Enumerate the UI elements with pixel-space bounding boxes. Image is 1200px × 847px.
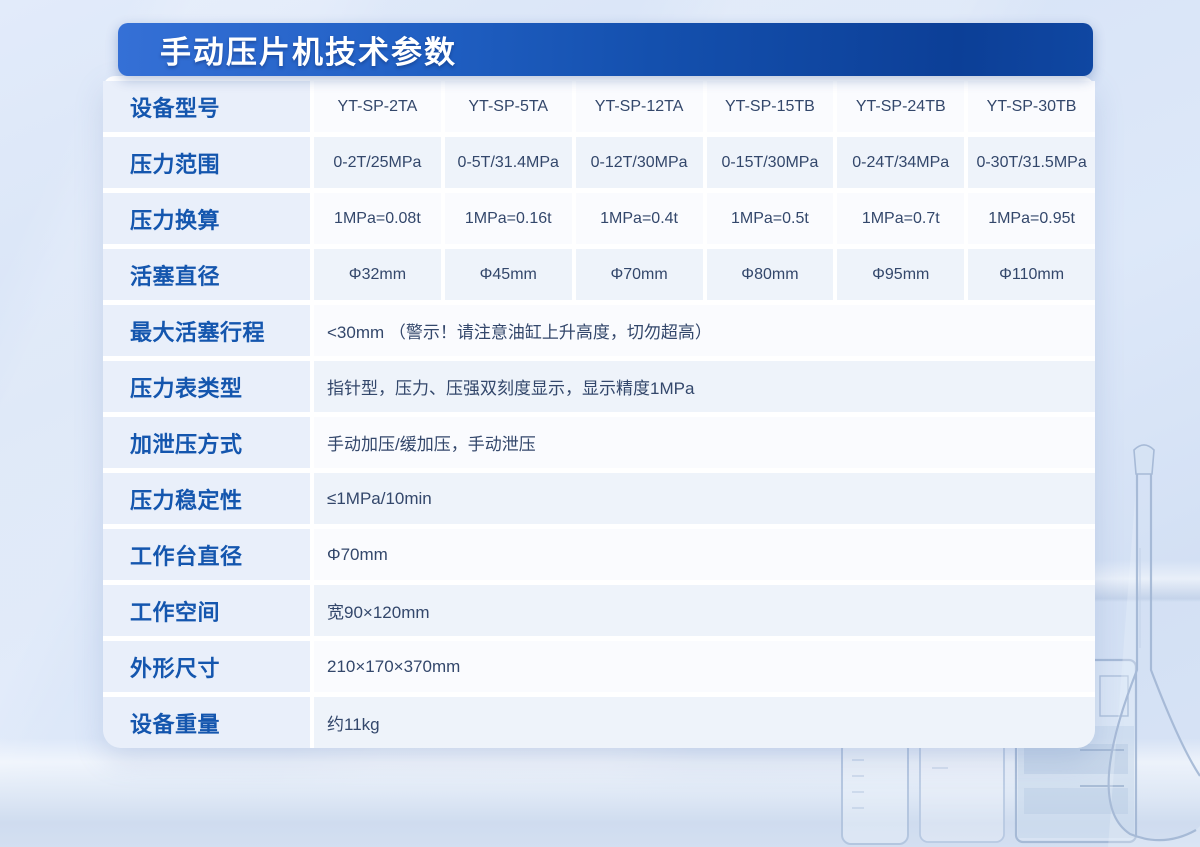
- spec-value-span: 手动加压/缓加压，手动泄压: [314, 417, 1095, 468]
- spec-value-cell: 0-24T/34MPa: [837, 137, 965, 188]
- page-title: 手动压片机技术参数: [160, 35, 457, 71]
- spec-table-card: 设备型号 YT-SP-2TA YT-SP-5TA YT-SP-12TA YT-S…: [103, 76, 1095, 748]
- spec-value-cell: YT-SP-15TB: [706, 81, 834, 132]
- spec-value-cell: 1MPa=0.16t: [444, 193, 572, 244]
- row-label-worktable-diameter: 工作台直径: [103, 529, 310, 580]
- spec-value-cell: Φ80mm: [706, 249, 834, 300]
- spec-value-cell: Φ70mm: [575, 249, 703, 300]
- spec-value-cell: 1MPa=0.7t: [837, 193, 965, 244]
- spec-value-cell: YT-SP-12TA: [575, 81, 703, 132]
- row-label-working-space: 工作空间: [103, 585, 310, 636]
- spec-value-cell: Φ95mm: [837, 249, 965, 300]
- row-label-pressurize-method: 加泄压方式: [103, 417, 310, 468]
- spec-value-cell: Φ45mm: [444, 249, 572, 300]
- row-label-piston-diameter: 活塞直径: [103, 249, 310, 300]
- spec-table: 设备型号 YT-SP-2TA YT-SP-5TA YT-SP-12TA YT-S…: [103, 81, 1095, 748]
- spec-value-span: 约11kg: [314, 697, 1095, 748]
- row-label-model: 设备型号: [103, 81, 310, 132]
- square-bottle-icon: [841, 739, 909, 845]
- spec-value-span: Φ70mm: [314, 529, 1095, 580]
- spec-value-span: 210×170×370mm: [314, 641, 1095, 692]
- spec-value-cell: YT-SP-24TB: [837, 81, 965, 132]
- spec-value-cell: 0-30T/31.5MPa: [968, 137, 1095, 188]
- spec-value-cell: Φ110mm: [968, 249, 1095, 300]
- spec-value-span: <30mm （警示！请注意油缸上升高度，切勿超高）: [314, 305, 1095, 356]
- row-label-pressure-conversion: 压力换算: [103, 193, 310, 244]
- row-label-dimensions: 外形尺寸: [103, 641, 310, 692]
- spec-value-cell: 0-12T/30MPa: [575, 137, 703, 188]
- spec-value-cell: Φ32mm: [314, 249, 441, 300]
- spec-value-span: 宽90×120mm: [314, 585, 1095, 636]
- section-banner: 手动压片机技术参数: [118, 23, 1093, 76]
- spec-value-cell: 1MPa=0.08t: [314, 193, 441, 244]
- spec-value-cell: 0-15T/30MPa: [706, 137, 834, 188]
- row-label-weight: 设备重量: [103, 697, 310, 748]
- spec-value-cell: 1MPa=0.5t: [706, 193, 834, 244]
- row-label-pressure-stability: 压力稳定性: [103, 473, 310, 524]
- spec-value-cell: 1MPa=0.4t: [575, 193, 703, 244]
- spec-value-cell: 1MPa=0.95t: [968, 193, 1095, 244]
- spec-value-cell: YT-SP-2TA: [314, 81, 441, 132]
- spec-value-cell: 0-2T/25MPa: [314, 137, 441, 188]
- spec-value-cell: YT-SP-5TA: [444, 81, 572, 132]
- spec-value-span: 指针型，压力、压强双刻度显示，显示精度1MPa: [314, 361, 1095, 412]
- spec-value-span: ≤1MPa/10min: [314, 473, 1095, 524]
- row-label-max-piston-stroke: 最大活塞行程: [103, 305, 310, 356]
- spec-value-cell: YT-SP-30TB: [968, 81, 1095, 132]
- row-label-pressure-range: 压力范围: [103, 137, 310, 188]
- spec-value-cell: 0-5T/31.4MPa: [444, 137, 572, 188]
- row-label-gauge-type: 压力表类型: [103, 361, 310, 412]
